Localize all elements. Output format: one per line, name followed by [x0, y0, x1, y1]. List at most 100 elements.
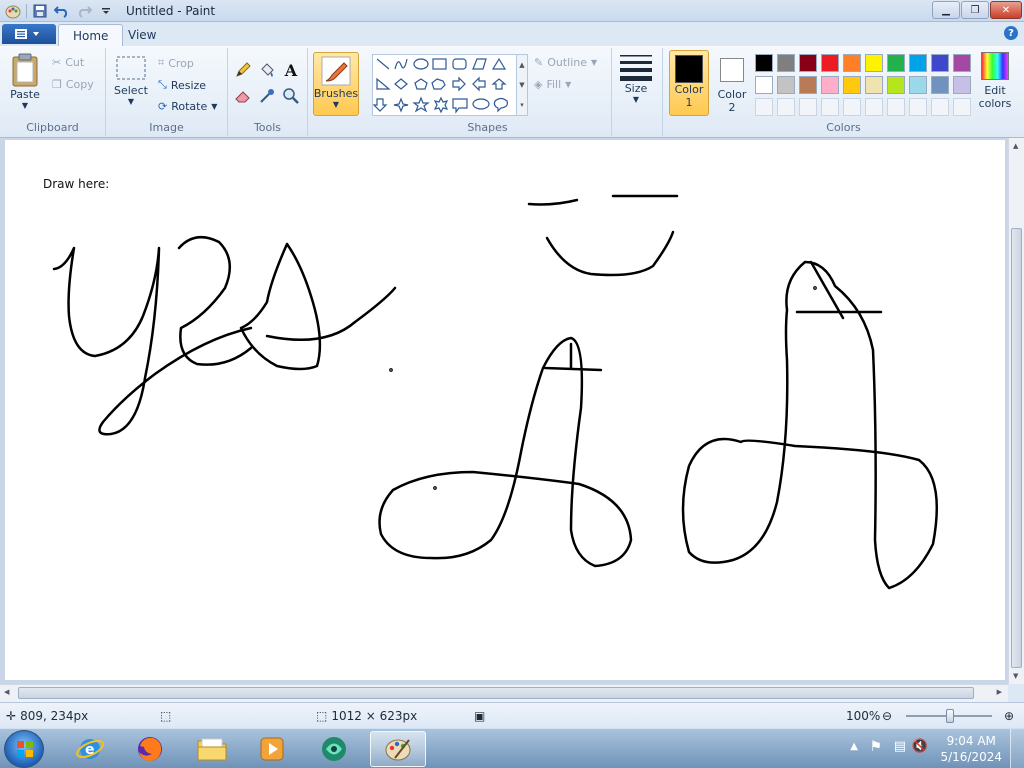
- undo-icon[interactable]: [53, 2, 71, 20]
- redo-icon[interactable]: [75, 2, 93, 20]
- restore-icon: ❐: [970, 4, 980, 16]
- custom-color-slot[interactable]: [865, 98, 883, 116]
- palette-swatch[interactable]: [931, 76, 949, 94]
- copy-icon: ❐: [52, 78, 62, 91]
- rotate-dropdown-icon: ▼: [211, 102, 218, 111]
- window-controls: ▁ ❐ ✕: [932, 1, 1022, 19]
- edit-colors-button[interactable]: Edit colors: [975, 52, 1015, 110]
- taskbar-media-player[interactable]: [244, 731, 300, 767]
- palette-swatch[interactable]: [755, 76, 773, 94]
- rotate-button[interactable]: ⟳ Rotate ▼: [158, 100, 217, 113]
- show-desktop-button[interactable]: [1010, 729, 1024, 768]
- minimize-button[interactable]: ▁: [932, 1, 960, 19]
- scroll-up-icon[interactable]: ▲: [1013, 142, 1018, 150]
- shapes-gallery[interactable]: [372, 54, 526, 116]
- custom-color-slot[interactable]: [843, 98, 861, 116]
- custom-color-slot[interactable]: [931, 98, 949, 116]
- svg-text:e: e: [85, 742, 95, 758]
- cut-button[interactable]: ✂ Cut: [52, 56, 84, 69]
- scroll-right-icon[interactable]: ▶: [997, 688, 1002, 696]
- palette-swatch[interactable]: [909, 54, 927, 72]
- custom-color-slot[interactable]: [909, 98, 927, 116]
- outline-button[interactable]: ✎ Outline ▼: [534, 56, 597, 69]
- zoom-slider-thumb[interactable]: [946, 709, 954, 723]
- paste-icon: [12, 53, 38, 87]
- restore-button[interactable]: ❐: [961, 1, 989, 19]
- text-tool-icon[interactable]: A: [280, 60, 302, 80]
- palette-swatch[interactable]: [887, 76, 905, 94]
- resize-button[interactable]: ⤡ Resize: [158, 78, 206, 92]
- save-icon[interactable]: [31, 2, 49, 20]
- paste-button[interactable]: Paste ▼: [10, 52, 40, 110]
- help-icon[interactable]: ?: [1004, 26, 1018, 40]
- paint-app-icon[interactable]: [4, 2, 22, 20]
- fill-button[interactable]: ◈ Fill ▼: [534, 78, 571, 91]
- magnifier-icon[interactable]: [280, 86, 302, 106]
- palette-swatch[interactable]: [755, 54, 773, 72]
- zoom-in-button[interactable]: ⊕: [1004, 709, 1014, 723]
- zoom-out-button[interactable]: ⊖: [882, 709, 892, 723]
- custom-color-slot[interactable]: [799, 98, 817, 116]
- ribbon: Paste ▼ ✂ Cut ❐ Copy Clipboard Select ▼ ⌗ C…: [0, 46, 1024, 138]
- horizontal-scroll-thumb[interactable]: [18, 687, 974, 699]
- palette-swatch[interactable]: [821, 76, 839, 94]
- paint-menu-button[interactable]: [2, 24, 56, 44]
- action-center-flag-icon[interactable]: ⚑: [869, 739, 882, 755]
- color1-button[interactable]: Color 1: [669, 50, 709, 116]
- palette-swatch[interactable]: [799, 76, 817, 94]
- canvas-size-value: 1012 × 623px: [331, 709, 418, 723]
- vertical-scroll-thumb[interactable]: [1011, 228, 1022, 668]
- palette-swatch[interactable]: [909, 76, 927, 94]
- drawing-canvas[interactable]: Draw here:: [5, 140, 1005, 680]
- palette-swatch[interactable]: [777, 54, 795, 72]
- taskbar-internet-explorer[interactable]: e: [62, 731, 118, 767]
- taskbar-app-green[interactable]: [306, 731, 362, 767]
- palette-swatch[interactable]: [953, 76, 971, 94]
- volume-muted-icon[interactable]: 🔇: [912, 739, 928, 754]
- select-dropdown-icon: ▼: [127, 97, 135, 106]
- scroll-left-icon[interactable]: ◀: [4, 688, 9, 696]
- palette-swatch[interactable]: [843, 54, 861, 72]
- vertical-scrollbar[interactable]: ▲ ▼: [1008, 138, 1024, 684]
- copy-button[interactable]: ❐ Copy: [52, 78, 94, 91]
- pencil-icon[interactable]: [232, 60, 254, 80]
- fill-bucket-icon[interactable]: [256, 60, 278, 80]
- taskbar-file-explorer[interactable]: [184, 731, 240, 767]
- palette-swatch[interactable]: [865, 54, 883, 72]
- eraser-icon[interactable]: [232, 86, 254, 106]
- palette-swatch[interactable]: [931, 54, 949, 72]
- crop-button[interactable]: ⌗ Crop: [158, 56, 194, 70]
- taskbar-paint[interactable]: [370, 731, 426, 767]
- palette-swatch[interactable]: [865, 76, 883, 94]
- tab-view[interactable]: View: [114, 24, 170, 46]
- close-icon: ✕: [1001, 4, 1011, 16]
- zoom-out-icon: ⊖: [882, 709, 893, 723]
- taskbar-clock[interactable]: 9:04 AM 5/16/2024: [940, 733, 1002, 765]
- close-button[interactable]: ✕: [990, 1, 1022, 19]
- palette-swatch[interactable]: [777, 76, 795, 94]
- custom-color-slot[interactable]: [953, 98, 971, 116]
- palette-swatch[interactable]: [821, 54, 839, 72]
- select-button[interactable]: Select ▼: [114, 54, 148, 106]
- customize-qat-icon[interactable]: [97, 2, 115, 20]
- custom-color-slot[interactable]: [821, 98, 839, 116]
- color-picker-icon[interactable]: [256, 86, 278, 106]
- shapes-scroll[interactable]: ▲ ▼ ▾: [516, 54, 528, 116]
- network-icon[interactable]: ▤: [894, 739, 906, 754]
- size-dropdown-icon: ▼: [632, 95, 640, 104]
- palette-swatch[interactable]: [953, 54, 971, 72]
- taskbar-firefox[interactable]: [122, 731, 178, 767]
- palette-swatch[interactable]: [887, 54, 905, 72]
- size-button[interactable]: Size ▼: [616, 52, 656, 104]
- horizontal-scrollbar[interactable]: ◀ ▶: [0, 684, 1008, 702]
- palette-swatch[interactable]: [799, 54, 817, 72]
- show-hidden-icons-icon[interactable]: ▲: [850, 741, 858, 752]
- start-button[interactable]: [4, 730, 44, 768]
- custom-color-slot[interactable]: [755, 98, 773, 116]
- scroll-down-icon[interactable]: ▼: [1013, 672, 1018, 680]
- brushes-button[interactable]: Brushes ▼: [313, 52, 359, 116]
- custom-color-slot[interactable]: [777, 98, 795, 116]
- color2-button[interactable]: Color 2: [713, 50, 751, 116]
- custom-color-slot[interactable]: [887, 98, 905, 116]
- palette-swatch[interactable]: [843, 76, 861, 94]
